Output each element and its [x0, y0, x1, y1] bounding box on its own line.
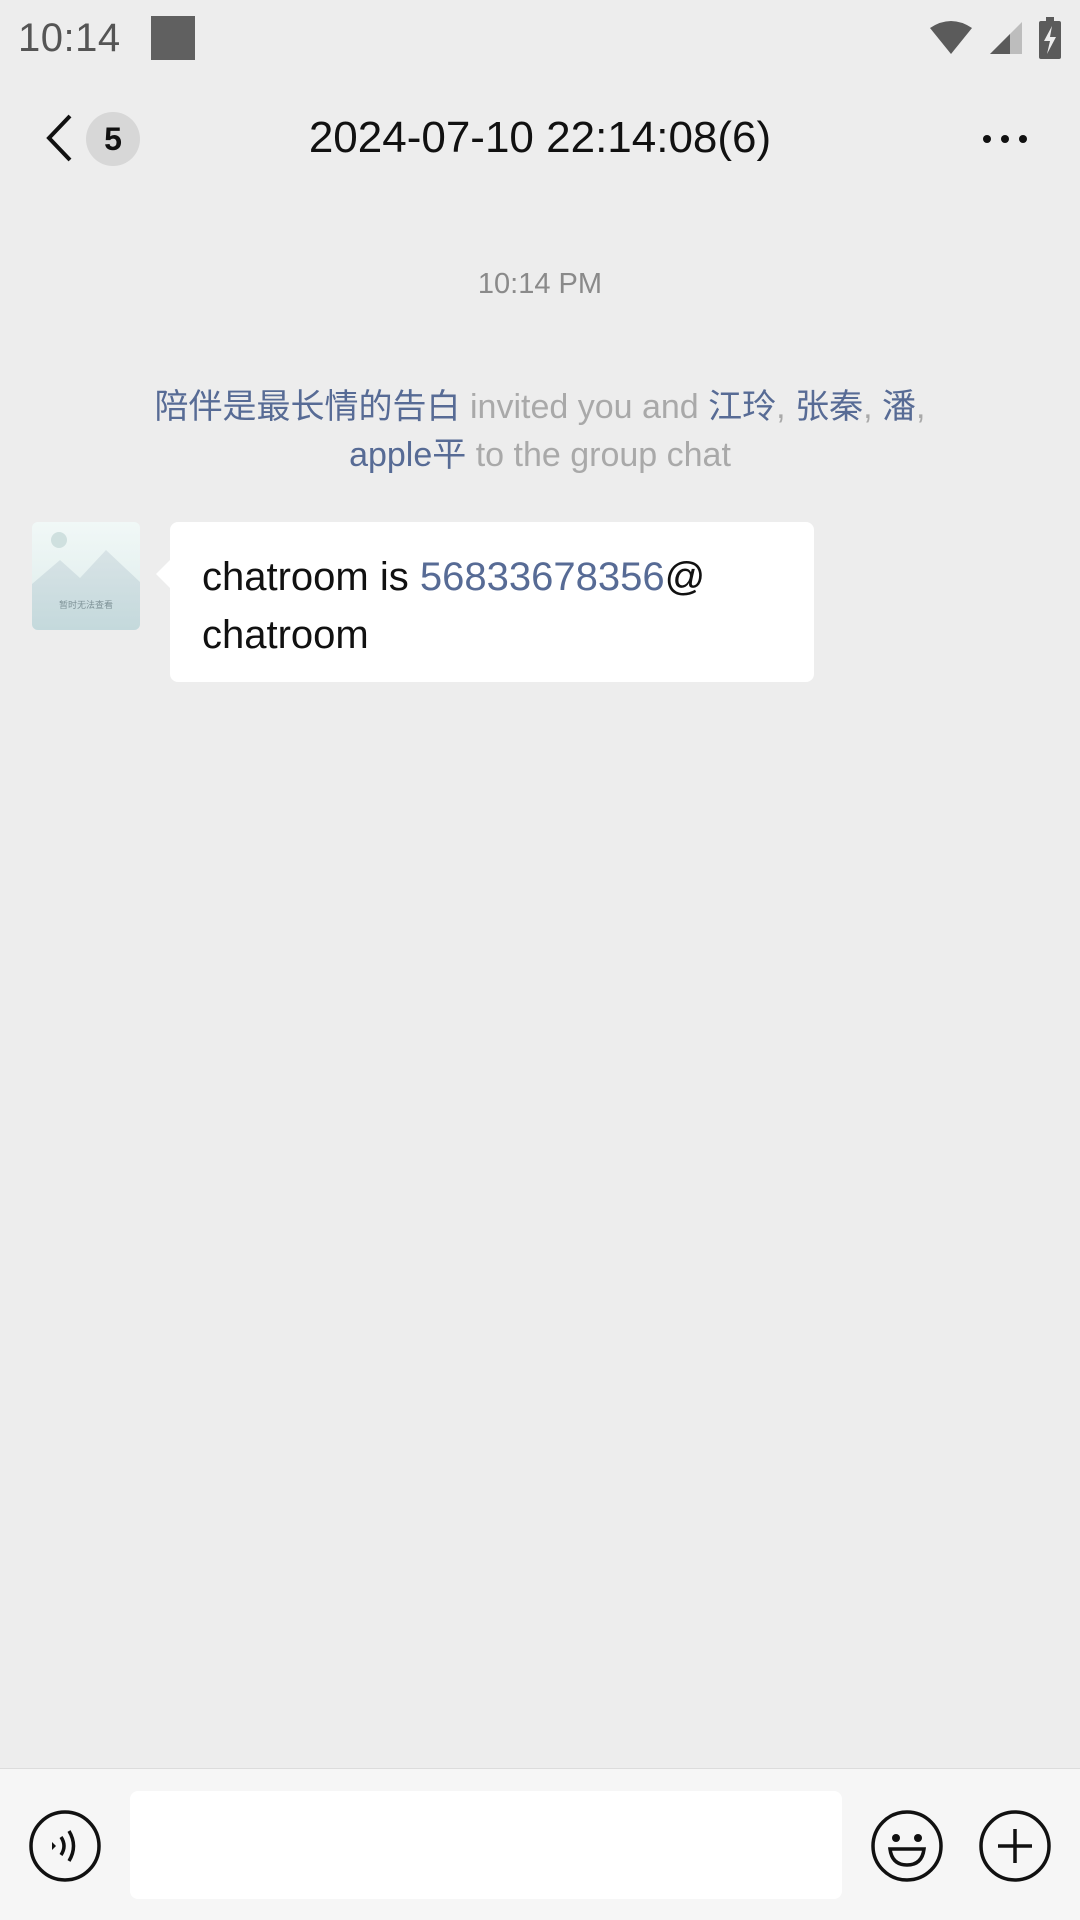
more-button[interactable] [970, 112, 1040, 166]
member-name-link[interactable]: 张秦 [795, 388, 863, 426]
back-button[interactable] [38, 110, 80, 166]
number-link[interactable]: 56833678356 [420, 555, 665, 599]
avatar-caption: 暂时无法查看 [59, 599, 113, 611]
message-bubble[interactable]: chatroom is 56833678356@ chatroom [156, 522, 814, 682]
member-name-link[interactable]: 江玲 [708, 388, 776, 426]
status-indicators [928, 17, 1062, 59]
message-text: chatroom [202, 613, 369, 657]
time-divider: 10:14 PM [477, 268, 603, 300]
more-icon-dot [1019, 135, 1027, 143]
message-text: @ [664, 555, 706, 599]
avatar[interactable]: 暂时无法查看 [32, 522, 140, 630]
more-functions-button[interactable] [978, 1809, 1052, 1883]
status-bar: 10:14 [0, 0, 1080, 76]
cell-signal-icon [990, 22, 1022, 54]
emoji-icon [871, 1810, 943, 1882]
voice-button[interactable] [28, 1809, 102, 1883]
message-input[interactable] [130, 1791, 842, 1899]
chat-title: 2024-07-10 22:14:08(6) [308, 113, 772, 162]
unread-badge[interactable]: 5 [86, 112, 140, 166]
inviter-name-link[interactable]: 陪伴是最长情的告白 [155, 388, 461, 426]
emoji-button[interactable] [870, 1809, 944, 1883]
separator: , [776, 388, 796, 426]
notification-icon [150, 16, 195, 60]
separator: , [863, 388, 882, 426]
member-name-link[interactable]: apple平 [349, 436, 466, 474]
battery-icon [1039, 17, 1061, 59]
voice-icon [29, 1810, 101, 1882]
input-bar [0, 1768, 1080, 1920]
plus-icon [979, 1810, 1051, 1882]
more-icon-dot [1001, 135, 1009, 143]
separator: , [915, 388, 926, 426]
status-time: 10:14 [18, 15, 121, 60]
chat-header: 2024-07-10 22:14:08(6) 5 [0, 76, 1080, 200]
system-text: to the group chat [466, 436, 731, 474]
more-icon [983, 135, 991, 143]
system-message: 陪伴是最长情的告白 invited you and 江玲, 张秦, 潘, app… [60, 383, 1020, 479]
member-name-link[interactable]: 潘 [882, 388, 916, 426]
image-placeholder-icon: 暂时无法查看 [32, 522, 140, 630]
message-text: chatroom is [202, 555, 420, 599]
back-chevron-icon [46, 114, 72, 162]
system-text: invited you and [460, 388, 709, 426]
wifi-icon [930, 21, 972, 54]
